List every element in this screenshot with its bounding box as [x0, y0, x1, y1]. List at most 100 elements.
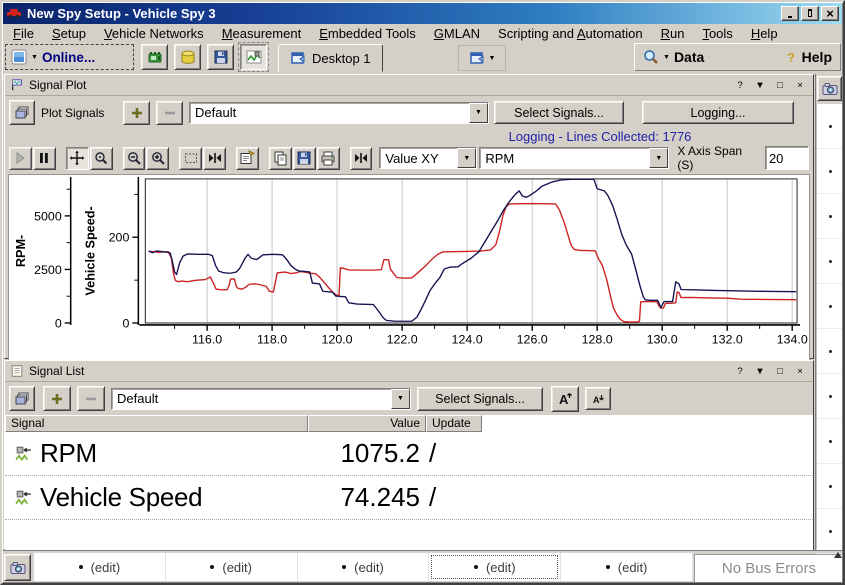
column-header-update[interactable]: Update [426, 415, 482, 432]
signal-plot-toolbar: Plot Signals Default ▼ Select Signals...… [5, 96, 813, 129]
list-select-signals-button[interactable]: Select Signals... [417, 387, 543, 411]
question-icon-slot: ? [783, 49, 799, 65]
plot-select-signals-button[interactable]: Select Signals... [494, 101, 624, 124]
menu-bar: FileSetupVehicle NetworksMeasurementEmbe… [2, 24, 843, 43]
tab-desktop-1[interactable]: Desktop 1 [278, 44, 383, 72]
zoom-drag-button[interactable] [90, 147, 113, 170]
signal-plot-collapse-button[interactable]: ▼ [752, 78, 768, 92]
combo-dropdown-icon[interactable]: ▼ [391, 389, 410, 409]
signal-plot-maximize-button[interactable]: □ [772, 78, 788, 92]
list-preset-combo[interactable]: Default ▼ [111, 388, 411, 410]
sidebar-tab-5[interactable] [817, 284, 843, 329]
menu-setup[interactable]: Setup [43, 25, 95, 42]
signal-update-indicator: / [429, 438, 436, 469]
scroll-icon [10, 364, 24, 378]
menu-file[interactable]: File [4, 25, 43, 42]
copy-button[interactable] [269, 147, 292, 170]
svg-text:124.0: 124.0 [452, 333, 483, 347]
save-button[interactable] [293, 147, 316, 170]
signal-row-rpm[interactable]: RPM1075.2/ [5, 432, 813, 476]
chevron-down-icon[interactable]: ▼ [663, 54, 670, 61]
close-button[interactable] [821, 6, 839, 21]
save-icon [213, 49, 229, 65]
status-tab-4[interactable]: (edit) [429, 553, 561, 581]
sidebar-tab-1[interactable] [817, 104, 843, 149]
help-button[interactable]: ? Help [783, 49, 832, 65]
list-preset-selector-button[interactable] [9, 386, 35, 411]
print-button[interactable] [317, 147, 340, 170]
capture-window-button[interactable] [4, 554, 31, 581]
sidebar-capture-button[interactable] [817, 76, 842, 101]
play-button[interactable] [9, 147, 32, 170]
properties-button[interactable] [236, 147, 259, 170]
menu-tools[interactable]: Tools [693, 25, 741, 42]
sidebar-tab-4[interactable] [817, 239, 843, 284]
sidebar-tab-6[interactable] [817, 329, 843, 374]
combo-dropdown-icon[interactable]: ▼ [469, 103, 488, 123]
sidebar-tab-7[interactable] [817, 374, 843, 419]
zoom-out-button[interactable] [123, 147, 146, 170]
zoom-in-button[interactable] [146, 147, 169, 170]
save-button[interactable] [207, 44, 234, 70]
logging-button[interactable]: Logging... [642, 101, 794, 124]
fit-x-button[interactable] [203, 147, 226, 170]
font-increase-button[interactable]: A [551, 386, 579, 412]
fit-marker-button[interactable] [350, 147, 373, 170]
signal-view-button[interactable] [240, 44, 267, 70]
online-button[interactable]: ▼ Online... [5, 44, 134, 70]
sidebar-tab-10[interactable] [817, 509, 843, 554]
sidebar-tab-2[interactable] [817, 149, 843, 194]
signal-plot-help-button[interactable]: ? [732, 78, 748, 92]
signal-row-vehicle-speed[interactable]: Vehicle Speed74.245/ [5, 476, 813, 520]
signal-plot-close-button[interactable]: × [792, 78, 808, 92]
menu-run[interactable]: Run [652, 25, 694, 42]
column-header-signal[interactable]: Signal [5, 415, 308, 432]
chevron-down-icon[interactable]: ▼ [31, 54, 38, 61]
signal-list-maximize-button[interactable]: □ [772, 364, 788, 378]
plot-area[interactable]: 116.0118.0120.0122.0124.0126.0128.0130.0… [8, 174, 810, 361]
signal-plot-chart[interactable]: 116.0118.0120.0122.0124.0126.0128.0130.0… [9, 175, 809, 360]
status-tab-1[interactable]: (edit) [34, 553, 166, 581]
signal-list-close-button[interactable]: × [792, 364, 808, 378]
pause-button[interactable] [33, 147, 56, 170]
data-button[interactable]: Data [674, 49, 704, 65]
sidebar-tab-3[interactable] [817, 194, 843, 239]
window-controls [781, 6, 839, 21]
maximize-button[interactable] [801, 6, 819, 21]
menu-vehicle-networks[interactable]: Vehicle Networks [95, 25, 213, 42]
menu-measurement[interactable]: Measurement [213, 25, 311, 42]
signal-list-collapse-button[interactable]: ▼ [752, 364, 768, 378]
select-region-button[interactable] [179, 147, 202, 170]
desktop-dropdown-button[interactable]: ▼ [458, 45, 506, 71]
database-button[interactable] [174, 44, 201, 70]
combo-dropdown-icon[interactable]: ▼ [457, 148, 476, 168]
device-button[interactable] [141, 44, 168, 70]
sidebar-tab-9[interactable] [817, 464, 843, 509]
combo-dropdown-icon[interactable]: ▼ [649, 148, 668, 168]
minimize-button[interactable] [781, 6, 799, 21]
pan-button[interactable] [66, 147, 89, 170]
menu-help[interactable]: Help [742, 25, 787, 42]
plot-signal-combo[interactable]: RPM▼ [479, 147, 669, 169]
scroll-up-icon[interactable] [834, 552, 842, 558]
x-axis-span-input[interactable] [765, 146, 809, 170]
add-plot-button[interactable] [123, 101, 150, 125]
menu-scripting-and-automation[interactable]: Scripting and Automation [489, 25, 652, 42]
font-decrease-button[interactable]: A [585, 387, 611, 410]
status-tab-2[interactable]: (edit) [166, 553, 298, 581]
remove-plot-button[interactable] [156, 101, 183, 125]
column-header-value[interactable]: Value [308, 415, 426, 432]
status-tab-3[interactable]: (edit) [298, 553, 430, 581]
chevron-down-icon[interactable]: ▼ [489, 55, 496, 62]
remove-signal-button[interactable] [77, 386, 105, 411]
add-signal-button[interactable] [43, 386, 71, 411]
menu-embedded-tools[interactable]: Embedded Tools [310, 25, 425, 42]
plot-signals-selector-button[interactable] [9, 100, 35, 125]
signal-list-help-button[interactable]: ? [732, 364, 748, 378]
status-tab-5[interactable]: (edit) [561, 553, 693, 581]
plot-mode-combo[interactable]: Value XY▼ [379, 147, 477, 169]
properties-icon [239, 150, 255, 166]
menu-gmlan[interactable]: GMLAN [425, 25, 489, 42]
sidebar-tab-8[interactable] [817, 419, 843, 464]
plot-preset-combo[interactable]: Default ▼ [189, 102, 489, 124]
